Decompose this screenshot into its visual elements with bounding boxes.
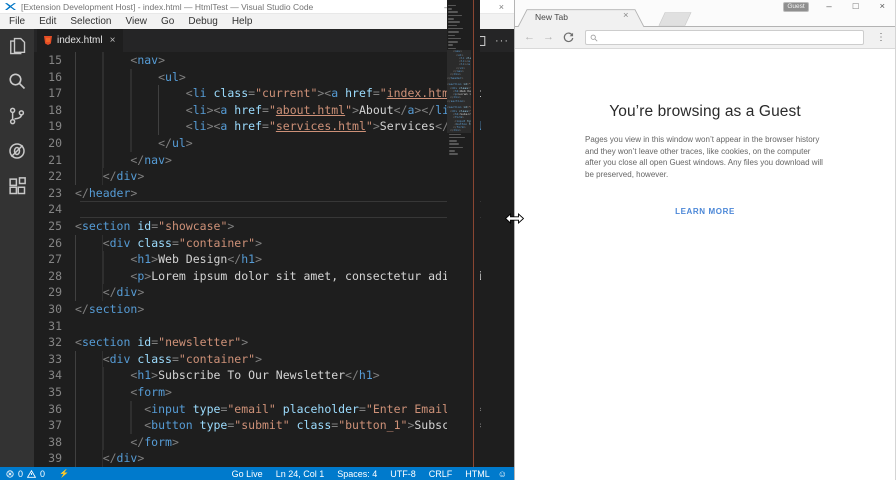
vscode-logo-icon xyxy=(5,3,16,10)
status-bar-right: Go Live Ln 24, Col 1 Spaces: 4 UTF-8 CRLF HTM… xyxy=(232,469,498,479)
menu-view[interactable]: View xyxy=(119,16,155,27)
vscode-close-button[interactable]: × xyxy=(499,2,504,12)
code-line-32[interactable]: 32 <section id="newsletter"> xyxy=(34,334,481,351)
forward-icon[interactable]: → xyxy=(539,32,558,43)
status-item-ln-24-col-1[interactable]: Ln 24, Col 1 xyxy=(276,469,325,479)
code-line-19[interactable]: 19 <li><a href="services.html">Services</… xyxy=(34,118,481,135)
code-line-26[interactable]: 26 <div class="container"> xyxy=(34,234,481,252)
address-bar[interactable] xyxy=(585,30,864,45)
browser-tab-title: New Tab xyxy=(535,12,568,22)
browser-window: New Tab × Guest – □ × ← → ⋮ You’re brows… xyxy=(514,0,896,480)
tab-index-html[interactable]: index.html × xyxy=(37,29,124,52)
minimap[interactable]: <nav><ul><li class="current"><a href="in… xyxy=(447,0,471,480)
guest-body-text: Pages you view in this window won’t appe… xyxy=(585,135,823,180)
status-bar: 0 0 ⚡ Go Live Ln 24, Col 1 Spaces: 4 UTF-8 C… xyxy=(0,467,514,480)
menu-edit[interactable]: Edit xyxy=(32,16,63,27)
status-item-go-live[interactable]: Go Live xyxy=(232,469,263,479)
code-line-29[interactable]: 29 </div> xyxy=(34,284,481,301)
menu-file[interactable]: File xyxy=(2,16,32,27)
warnings-icon xyxy=(27,469,37,478)
guest-page: You’re browsing as a Guest Pages you vie… xyxy=(515,49,895,480)
more-actions-icon[interactable]: ··· xyxy=(495,35,509,47)
code-line-31[interactable]: 31 xyxy=(34,318,481,335)
vscode-window: [Extension Development Host] - index.htm… xyxy=(0,0,514,480)
status-item-crlf[interactable]: CRLF xyxy=(429,469,453,479)
code-line-39[interactable]: 39 </div> xyxy=(34,450,481,467)
warning-count[interactable]: 0 xyxy=(40,469,45,479)
code-line-34[interactable]: 34 <h1>Subscribe To Our Newsletter</h1> xyxy=(34,367,481,384)
guest-heading: You’re browsing as a Guest xyxy=(609,103,801,120)
code-line-21[interactable]: 21 </nav> xyxy=(34,151,481,169)
status-item-html[interactable]: HTML xyxy=(465,469,490,479)
overview-ruler[interactable] xyxy=(471,0,480,480)
omnibox-search-icon xyxy=(590,34,598,41)
code-line-30[interactable]: 30 </section> xyxy=(34,301,481,318)
code-line-20[interactable]: 20 </ul> xyxy=(34,135,481,152)
code-line-33[interactable]: 33 <div class="container"> xyxy=(34,350,481,368)
code-line-36[interactable]: 36 <input type="email" placeholder="Enter… xyxy=(34,400,481,418)
code-line-15[interactable]: 15 <nav> xyxy=(34,52,481,69)
code-line-27[interactable]: 27 <h1>Web Design</h1> xyxy=(34,251,481,268)
editor-tab-strip: index.html × ··· xyxy=(34,29,514,52)
code-line-37[interactable]: 37 <button type="submit" class="button_1"… xyxy=(34,417,481,434)
browser-tab-close-icon[interactable]: × xyxy=(623,10,629,21)
code-line-18[interactable]: 18 <li><a href="about.html">About</a></li… xyxy=(34,101,481,119)
status-item-utf-8[interactable]: UTF-8 xyxy=(390,469,416,479)
current-line-highlight xyxy=(80,201,481,218)
error-count[interactable]: 0 xyxy=(18,469,23,479)
errors-icon xyxy=(6,469,14,478)
menu-selection[interactable]: Selection xyxy=(63,16,118,27)
browser-maximize-button[interactable]: □ xyxy=(853,1,859,12)
debug-icon[interactable] xyxy=(6,141,28,176)
code-line-35[interactable]: 35 <form> xyxy=(34,384,481,401)
extensions-icon[interactable] xyxy=(6,176,28,211)
guest-profile-badge[interactable]: Guest xyxy=(783,2,809,12)
vscode-titlebar: [Extension Development Host] - index.htm… xyxy=(0,0,514,14)
explorer-icon[interactable] xyxy=(6,36,28,71)
browser-toolbar: ← → ⋮ xyxy=(515,26,895,49)
html5-icon xyxy=(44,36,52,45)
code-line-22[interactable]: 22 </div> xyxy=(34,168,481,185)
code-line-38[interactable]: 38 </form> xyxy=(34,433,481,451)
menu-debug[interactable]: Debug xyxy=(181,16,224,27)
reload-icon[interactable] xyxy=(562,31,575,44)
learn-more-link[interactable]: LEARN MORE xyxy=(675,207,735,216)
window-title: [Extension Development Host] - index.htm… xyxy=(21,1,314,12)
code-line-28[interactable]: 28 <p>Lorem ipsum dolor sit amet, consect… xyxy=(34,267,481,285)
search-icon[interactable] xyxy=(6,71,28,106)
code-line-23[interactable]: 23 </header> xyxy=(34,185,481,202)
browser-close-button[interactable]: × xyxy=(879,1,885,12)
menu-go[interactable]: Go xyxy=(154,16,181,27)
code-line-16[interactable]: 16 <ul> xyxy=(34,68,481,86)
activity-bar xyxy=(0,29,34,467)
new-tab-button[interactable] xyxy=(655,12,695,26)
bolt-icon[interactable]: ⚡ xyxy=(59,469,69,478)
tab-label: index.html xyxy=(57,35,103,46)
minimap-slider[interactable] xyxy=(447,50,471,133)
menu-bar: File Edit Selection View Go Debug Help xyxy=(0,14,514,29)
menu-help[interactable]: Help xyxy=(225,16,260,27)
status-item-spaces-4[interactable]: Spaces: 4 xyxy=(337,469,377,479)
code-line-25[interactable]: 25 <section id="showcase"> xyxy=(34,218,481,235)
back-icon[interactable]: ← xyxy=(520,32,539,43)
source-control-icon[interactable] xyxy=(6,106,28,141)
code-area[interactable]: 15 <nav> 16 <ul> 17 <li class="current"><a hr… xyxy=(34,52,514,467)
feedback-smiley-icon[interactable]: ☺ xyxy=(498,469,514,479)
browser-menu-icon[interactable]: ⋮ xyxy=(876,32,895,43)
resize-cursor xyxy=(505,213,524,224)
browser-titlebar: New Tab × Guest – □ × xyxy=(515,0,895,27)
code-line-17[interactable]: 17 <li class="current"><a href="index.htm… xyxy=(34,85,481,102)
tab-close-icon[interactable]: × xyxy=(110,35,116,46)
browser-minimize-button[interactable]: – xyxy=(826,1,831,12)
